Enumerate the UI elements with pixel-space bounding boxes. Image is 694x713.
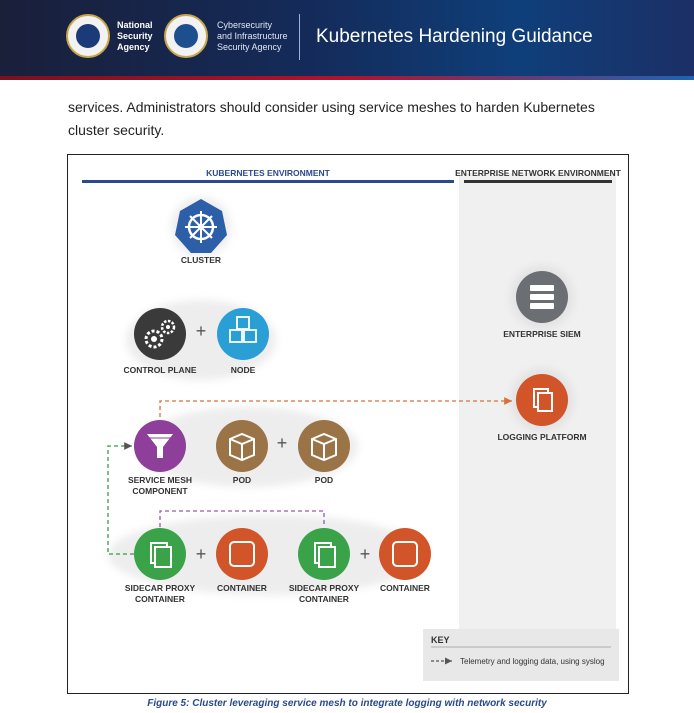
plus-control-node: +: [196, 321, 207, 341]
figure-frame: KUBERNETES ENVIRONMENT ENTERPRISE NETWOR…: [67, 154, 629, 694]
k8s-env-label: KUBERNETES ENVIRONMENT: [206, 168, 331, 178]
plus-sidecar-2: +: [360, 544, 371, 564]
sidecar-2-label-2: CONTAINER: [299, 594, 349, 604]
container-1-icon: [216, 528, 268, 580]
enterprise-siem-icon: [516, 271, 568, 323]
nsa-line-2: Security: [117, 31, 153, 41]
enterprise-env-rule: [464, 180, 612, 183]
service-mesh-icon: [134, 420, 186, 472]
enterprise-env-label: ENTERPRISE NETWORK ENVIRONMENT: [455, 168, 622, 178]
key-title: KEY: [431, 635, 450, 645]
plus-sidecar-1: +: [196, 544, 207, 564]
sidecar-1-label-1: SIDECAR PROXY: [125, 583, 196, 593]
nsa-line-3: Agency: [117, 42, 150, 52]
key-box: KEY Telemetry and logging data, using sy…: [423, 629, 619, 681]
pod-1-label: POD: [233, 475, 251, 485]
cisa-line-1: Cybersecurity: [217, 20, 273, 30]
architecture-diagram: KUBERNETES ENVIRONMENT ENTERPRISE NETWOR…: [82, 168, 622, 681]
container-1-label: CONTAINER: [217, 583, 267, 593]
body-paragraph: services. Administrators should consider…: [68, 99, 595, 138]
sidecar-proxy-1-icon: [134, 528, 186, 580]
service-mesh-label-1: SERVICE MESH: [128, 475, 192, 485]
nsa-line-1: National: [117, 20, 153, 30]
nsa-name: National Security Agency: [117, 20, 153, 53]
cisa-seal-icon: [164, 14, 208, 58]
document-header: National Security Agency Cybersecurity a…: [0, 0, 694, 80]
cisa-name: Cybersecurity and Infrastructure Securit…: [217, 20, 288, 53]
key-text: Telemetry and logging data, using syslog: [460, 657, 605, 666]
header-divider: [299, 14, 300, 60]
pod-2-label: POD: [315, 475, 333, 485]
node-icon: [217, 308, 269, 360]
sidecar-2-label-1: SIDECAR PROXY: [289, 583, 360, 593]
document-title: Kubernetes Hardening Guidance: [316, 26, 593, 47]
container-2-icon: [379, 528, 431, 580]
sidecar-proxy-2-icon: [298, 528, 350, 580]
logging-platform-icon: [516, 374, 568, 426]
control-plane-label: CONTROL PLANE: [123, 365, 196, 375]
figure-caption: Figure 5: Cluster leveraging service mes…: [147, 698, 547, 709]
plus-pods: +: [277, 433, 288, 453]
service-mesh-label-2: COMPONENT: [132, 486, 188, 496]
container-2-label: CONTAINER: [380, 583, 430, 593]
nsa-seal-icon: [66, 14, 110, 58]
pod-2-icon: [298, 420, 350, 472]
cisa-line-2: and Infrastructure: [217, 31, 288, 41]
node-label: NODE: [231, 365, 256, 375]
enterprise-siem-label: ENTERPRISE SIEM: [503, 329, 580, 339]
sidecar-1-label-2: CONTAINER: [135, 594, 185, 604]
cisa-line-3: Security Agency: [217, 42, 282, 52]
cluster-label: CLUSTER: [181, 255, 221, 265]
pod-1-icon: [216, 420, 268, 472]
control-plane-icon: [134, 308, 186, 360]
logging-platform-label: LOGGING PLATFORM: [497, 432, 586, 442]
k8s-env-rule: [82, 180, 454, 183]
